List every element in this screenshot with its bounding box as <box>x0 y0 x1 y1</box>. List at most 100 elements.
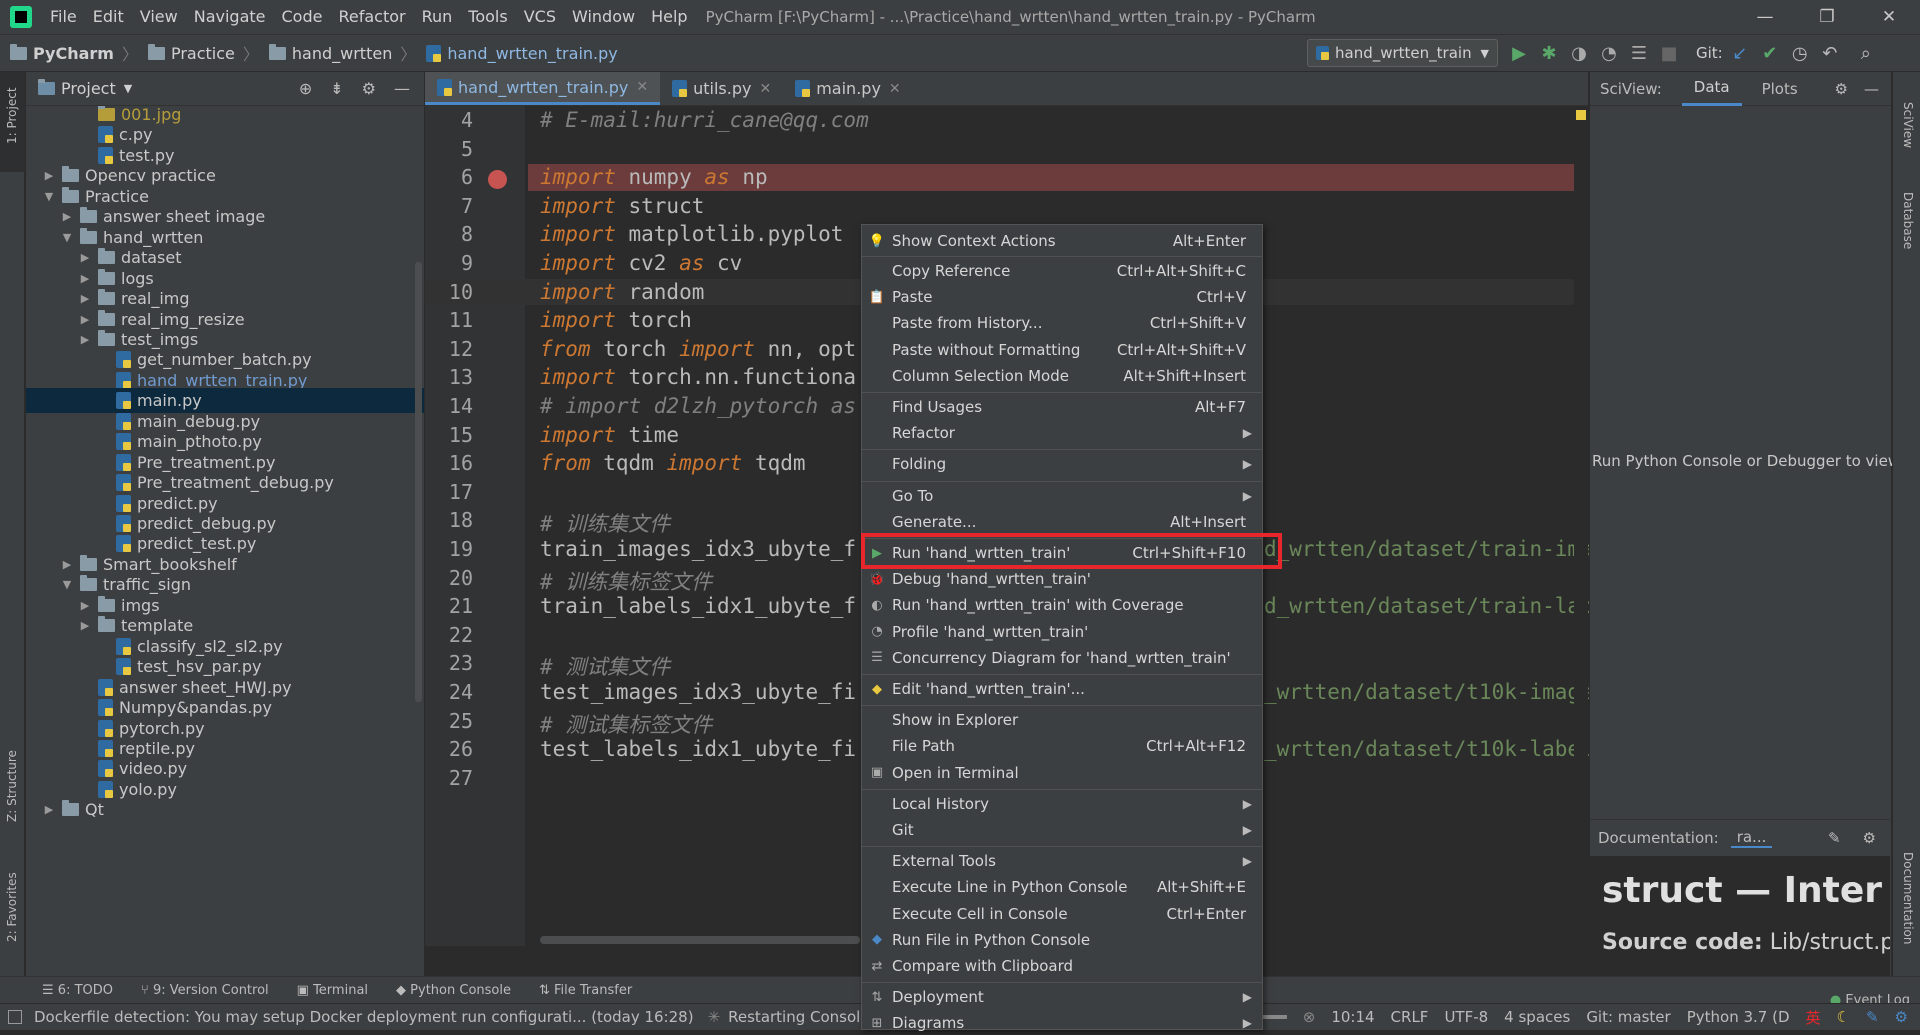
close-button[interactable]: ✕ <box>1858 0 1920 34</box>
code-line[interactable]: import numpy as np <box>540 165 768 189</box>
line-ending[interactable]: CRLF <box>1391 1008 1429 1026</box>
context-menu-item[interactable]: Copy Reference Ctrl+Alt+Shift+C <box>862 259 1262 283</box>
editor-tab[interactable]: main.py ✕ <box>783 72 912 105</box>
context-menu-item[interactable]: ◐ Run 'hand_wrtten_train' with Coverage <box>862 593 1262 617</box>
context-menu-item[interactable]: Paste from History... Ctrl+Shift+V <box>862 311 1262 335</box>
context-menu-item[interactable]: Git ▶ <box>862 818 1262 842</box>
run-icon[interactable]: ▶ <box>1506 40 1532 66</box>
code-line[interactable]: import time <box>540 423 679 447</box>
context-menu-item[interactable]: ☰ Concurrency Diagram for 'hand_wrtten_tr… <box>862 646 1262 670</box>
code-line[interactable]: test_labels_idx1_ubyte_fi <box>540 737 856 761</box>
menu-run[interactable]: Run <box>414 0 461 34</box>
settings-icon[interactable]: ⚙ <box>1895 1008 1908 1026</box>
sciview-tool-label[interactable]: SciView <box>1901 102 1915 148</box>
menu-vcs[interactable]: VCS <box>516 0 564 34</box>
editor-horizontal-scrollbar[interactable] <box>540 936 860 944</box>
chevron-right-icon[interactable]: ▶ <box>78 313 92 326</box>
context-menu-item[interactable]: ◆ Run File in Python Console <box>862 928 1262 952</box>
chevron-right-icon[interactable]: ▶ <box>42 169 56 182</box>
menu-view[interactable]: View <box>132 0 186 34</box>
code-line[interactable]: train_images_idx3_ubyte_f <box>540 537 856 561</box>
chevron-right-icon[interactable]: ▶ <box>78 599 92 612</box>
profile-icon[interactable]: ◔ <box>1596 40 1622 66</box>
context-menu-item[interactable]: ▣ Open in Terminal <box>862 761 1262 785</box>
chevron-down-icon[interactable]: ▼ <box>42 190 56 203</box>
context-menu-item[interactable]: External Tools ▶ <box>862 849 1262 873</box>
progress-text[interactable]: Restarting Console <box>728 1008 869 1026</box>
git-branch[interactable]: Git: master <box>1586 1008 1670 1026</box>
chevron-right-icon[interactable]: ▶ <box>78 272 92 285</box>
editor-tab[interactable]: utils.py ✕ <box>660 72 783 105</box>
code-line[interactable]: # E-mail:hurri_cane@qq.com <box>540 108 869 132</box>
database-tool-label[interactable]: Database <box>1901 192 1915 249</box>
documentation-tool-label[interactable]: Documentation <box>1901 852 1915 945</box>
todo-tool-button[interactable]: ☰ 6: TODO <box>42 983 113 998</box>
breadcrumb-practice[interactable]: Practice 〉 <box>147 41 259 65</box>
chevron-right-icon[interactable]: ▶ <box>78 619 92 632</box>
concurrency-icon[interactable]: ☰ <box>1626 40 1652 66</box>
menu-navigate[interactable]: Navigate <box>186 0 274 34</box>
breadcrumb-file[interactable]: hand_wrtten_train.py <box>426 44 618 63</box>
gear-icon[interactable]: ⚙ <box>1863 829 1876 847</box>
context-menu-item[interactable]: 📋 Paste Ctrl+V <box>862 285 1262 309</box>
context-menu-item[interactable]: File Path Ctrl+Alt+F12 <box>862 734 1262 758</box>
breadcrumb-project[interactable]: PyCharm 〉 <box>10 41 138 65</box>
code-line[interactable]: import matplotlib.pyplot <box>540 222 843 246</box>
chevron-right-icon[interactable]: ▶ <box>78 292 92 305</box>
tab-data[interactable]: Data <box>1681 71 1742 106</box>
context-menu-item[interactable]: Paste without Formatting Ctrl+Alt+Shift+V <box>862 338 1262 362</box>
code-string-fragment[interactable]: d_wrtten/dataset/train-lab <box>1264 594 1593 618</box>
code-line[interactable]: import struct <box>540 194 704 218</box>
project-view-select[interactable]: Project <box>61 79 116 98</box>
hide-icon[interactable]: — <box>394 79 410 98</box>
menu-window[interactable]: Window <box>564 0 643 34</box>
terminal-tool-button[interactable]: ▣ Terminal <box>297 983 368 998</box>
editor-tab[interactable]: hand_wrtten_train.py ✕ <box>425 72 661 105</box>
version-control-tool-button[interactable]: ⑂ 9: Version Control <box>141 983 269 998</box>
chevron-down-icon[interactable]: ▼ <box>60 578 74 591</box>
menu-file[interactable]: File <box>42 0 85 34</box>
code-line[interactable]: import cv2 as cv <box>540 251 742 275</box>
menu-help[interactable]: Help <box>643 0 695 34</box>
context-menu-item[interactable]: Local History ▶ <box>862 792 1262 816</box>
context-menu-item[interactable]: Show in Explorer <box>862 708 1262 732</box>
moon-icon[interactable]: ☾ <box>1837 1008 1850 1026</box>
chevron-right-icon[interactable]: ▶ <box>60 210 74 223</box>
file-transfer-tool-button[interactable]: ⇅ File Transfer <box>539 983 632 998</box>
inspector-icon[interactable]: ✎ <box>1866 1008 1879 1026</box>
code-string-fragment[interactable]: _wrtten/dataset/t10k-label <box>1264 737 1593 761</box>
run-configuration-select[interactable]: hand_wrtten_train ▼ <box>1307 39 1498 67</box>
favorites-tool-label[interactable]: 2: Favorites <box>5 872 19 942</box>
locate-icon[interactable]: ⊕ <box>299 79 312 98</box>
context-menu-item[interactable]: 🐞 Debug 'hand_wrtten_train' <box>862 567 1262 591</box>
menu-edit[interactable]: Edit <box>85 0 132 34</box>
context-menu-item[interactable]: Folding ▶ <box>862 452 1262 476</box>
context-menu-item[interactable]: ⇅ Deployment ▶ <box>862 985 1262 1009</box>
structure-tool-label[interactable]: Z: Structure <box>5 750 19 822</box>
indent-setting[interactable]: 4 spaces <box>1504 1008 1570 1026</box>
project-tool-label[interactable]: 1: Project <box>5 87 19 144</box>
collapse-icon[interactable]: ⇟ <box>330 79 343 98</box>
minimize-button[interactable]: — <box>1734 0 1796 34</box>
context-menu-item[interactable]: Go To ▶ <box>862 484 1262 508</box>
context-menu-item[interactable]: ⇄ Compare with Clipboard <box>862 954 1262 978</box>
chevron-right-icon[interactable]: ▶ <box>78 333 92 346</box>
code-line[interactable]: from torch import nn, opt <box>540 337 856 361</box>
code-line[interactable]: # 训练集标签文件 <box>540 566 712 596</box>
code-line[interactable]: from tqdm import tqdm <box>540 451 806 475</box>
context-menu-item[interactable]: Refactor ▶ <box>862 421 1262 445</box>
close-icon[interactable]: ✕ <box>889 81 901 97</box>
chevron-right-icon[interactable]: ▶ <box>60 558 74 571</box>
status-message[interactable]: Dockerfile detection: You may setup Dock… <box>34 1008 694 1026</box>
code-line[interactable]: import random <box>540 280 704 304</box>
caret-position[interactable]: 10:14 <box>1331 1008 1374 1026</box>
gear-icon[interactable]: ⚙ <box>362 79 376 98</box>
context-menu-item[interactable]: Find Usages Alt+F7 <box>862 395 1262 419</box>
breadcrumb-hand-wrtten[interactable]: hand_wrtten 〉 <box>268 41 416 65</box>
code-string-fragment[interactable]: d_wrtten/dataset/train-ima <box>1264 537 1593 561</box>
context-menu-item[interactable]: Column Selection Mode Alt+Shift+Insert <box>862 364 1262 388</box>
close-icon[interactable]: ✕ <box>759 81 771 97</box>
stop-icon[interactable]: ■ <box>1656 40 1682 66</box>
git-update-icon[interactable]: ↙ <box>1727 40 1753 66</box>
tab-plots[interactable]: Plots <box>1750 73 1810 105</box>
